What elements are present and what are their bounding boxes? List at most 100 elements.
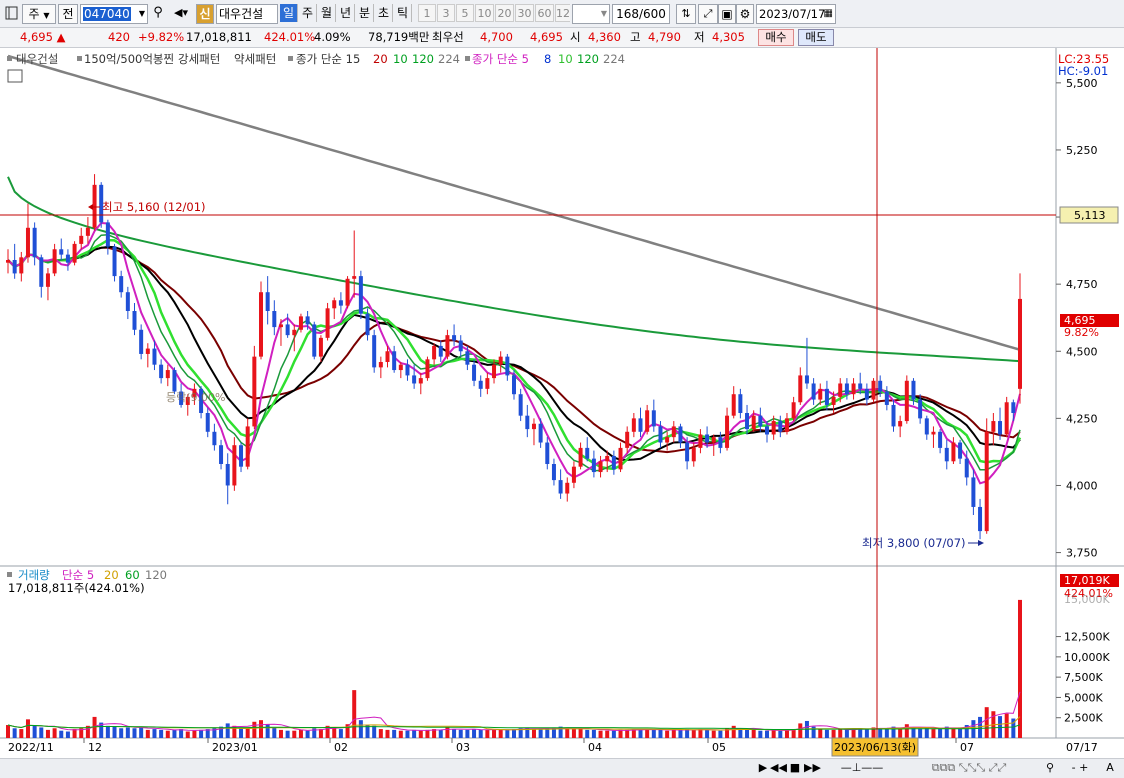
volume-bar xyxy=(705,729,710,738)
search-icon[interactable]: ⚲ xyxy=(150,4,166,24)
minute-unit-120[interactable]: 120 xyxy=(555,4,570,22)
volume-legend-ma: 단순 5 xyxy=(62,568,94,582)
period-tab-0[interactable]: 일 xyxy=(280,4,298,22)
candle-body xyxy=(72,243,77,263)
candle-body xyxy=(332,300,337,309)
legend-pattern3: 약세패턴 xyxy=(234,52,276,66)
candle-body xyxy=(172,370,177,392)
high-value: 4,790 xyxy=(648,30,681,44)
candle-body xyxy=(518,394,523,416)
count-display[interactable]: 168/600 xyxy=(612,4,670,24)
volume-bar xyxy=(838,729,843,738)
volume-bar xyxy=(112,726,117,738)
candle-body xyxy=(272,311,277,328)
candle-body xyxy=(445,335,450,357)
calendar-icon[interactable]: ▦ xyxy=(824,5,833,23)
volume-bar xyxy=(591,729,596,738)
prev-button[interactable]: 전 xyxy=(58,4,78,24)
crosshair-tool-icon[interactable]: ⤢ xyxy=(698,4,718,24)
candle-body xyxy=(65,254,70,263)
candle-body xyxy=(998,421,1003,435)
price-change: 420 xyxy=(108,30,130,44)
period-tab-4[interactable]: 분 xyxy=(356,4,374,22)
volume-bar xyxy=(711,730,716,738)
candle-body xyxy=(798,375,803,403)
window-menu-icon[interactable] xyxy=(4,4,20,24)
candle-body xyxy=(891,404,896,427)
fast-forward-icon[interactable]: ▶▶ xyxy=(804,760,821,777)
rewind-icon[interactable]: ◀◀ xyxy=(770,760,787,777)
tool-icons[interactable]: ⧉⧉⧉ ⤡⤡⤡ ⤢⤢ xyxy=(904,760,1034,777)
period-tab-5[interactable]: 초 xyxy=(375,4,393,22)
candle-body xyxy=(924,418,929,435)
minute-unit-3[interactable]: 3 xyxy=(437,4,455,22)
volume-bar xyxy=(505,729,510,738)
volume-bar xyxy=(978,716,983,738)
up-arrow-icon: ▲ xyxy=(56,30,66,44)
candle-body xyxy=(259,292,263,357)
x-tick-label: 07/17 xyxy=(1066,741,1098,754)
period-tab-3[interactable]: 년 xyxy=(337,4,355,22)
date-field[interactable]: 2023/07/17 ▦ xyxy=(756,4,836,24)
candle-body xyxy=(232,445,237,486)
count-total: /600 xyxy=(638,7,666,21)
minute-unit-20[interactable]: 20 xyxy=(495,4,514,22)
best-ask: 4,700 xyxy=(480,30,513,44)
candle-body xyxy=(545,442,550,464)
minute-unit-5[interactable]: 5 xyxy=(456,4,474,22)
minute-unit-1[interactable]: 1 xyxy=(418,4,436,22)
volume-bar xyxy=(904,724,909,738)
gear-icon[interactable]: ⚙ xyxy=(736,4,754,24)
volume-bar xyxy=(651,729,656,738)
candle-body xyxy=(878,380,883,392)
minute-unit-10[interactable]: 10 xyxy=(475,4,494,22)
legend-ma2-224: 224 xyxy=(603,52,625,66)
count-select[interactable]: ▼ xyxy=(572,4,610,24)
sell-button[interactable]: 매도 xyxy=(798,29,834,46)
scroll-slider[interactable]: —⊥—— xyxy=(828,760,896,777)
candle-body xyxy=(964,458,969,478)
volume-bar xyxy=(844,729,849,738)
candle-body xyxy=(565,482,570,494)
market-select[interactable]: 주 ▼ xyxy=(22,4,56,24)
font-size-button[interactable]: A xyxy=(1102,760,1118,777)
x-tick-label: 2023/01 xyxy=(212,741,258,754)
candle-body xyxy=(671,426,676,438)
stock-name-field[interactable]: 대우건설 xyxy=(216,4,278,24)
zoom-buttons[interactable]: - + xyxy=(1060,760,1100,777)
shin-badge[interactable]: 신 xyxy=(196,4,214,24)
volume-bar xyxy=(278,729,283,738)
chart-tool-icon[interactable]: ⇅ xyxy=(676,4,696,24)
save-icon[interactable]: ▣ xyxy=(718,4,736,24)
volume-legend-120: 120 xyxy=(145,568,167,582)
minute-unit-60[interactable]: 60 xyxy=(535,4,554,22)
zoom-search-icon[interactable]: ⚲ xyxy=(1040,760,1060,777)
minute-unit-30[interactable]: 30 xyxy=(515,4,534,22)
candle-body xyxy=(625,431,630,448)
volume-bar xyxy=(199,729,204,738)
buy-button[interactable]: 매수 xyxy=(758,29,794,46)
period-tab-6[interactable]: 틱 xyxy=(394,4,412,22)
candle-body xyxy=(978,506,983,532)
x-tick-label: 05 xyxy=(712,741,726,754)
volume-bar xyxy=(272,727,277,738)
period-tab-2[interactable]: 월 xyxy=(318,4,336,22)
stop-icon[interactable]: ■ xyxy=(788,760,802,777)
period-tab-1[interactable]: 주 xyxy=(299,4,317,22)
volume-bar xyxy=(385,729,390,738)
candle-body xyxy=(498,356,503,365)
candle-body xyxy=(818,388,823,400)
price-tick-label: 5,250 xyxy=(1066,144,1098,157)
candle-body xyxy=(325,308,330,338)
minute-units: 13510203060120 xyxy=(418,4,570,24)
candle-body xyxy=(745,413,750,430)
candle-body xyxy=(159,364,164,379)
legend-ma2-8: 8 xyxy=(544,52,551,66)
stock-code-input[interactable]: 047040 ▼ xyxy=(80,4,148,24)
volume-bar xyxy=(265,724,270,738)
price-chart[interactable]: 5,5005,2505,0004,7504,5004,2504,0003,750… xyxy=(0,48,1124,758)
speaker-icon[interactable]: ◀▾ xyxy=(168,4,194,24)
play-icon[interactable]: ▶ xyxy=(756,760,770,777)
candle-body xyxy=(791,402,796,419)
candle-body xyxy=(871,380,876,400)
